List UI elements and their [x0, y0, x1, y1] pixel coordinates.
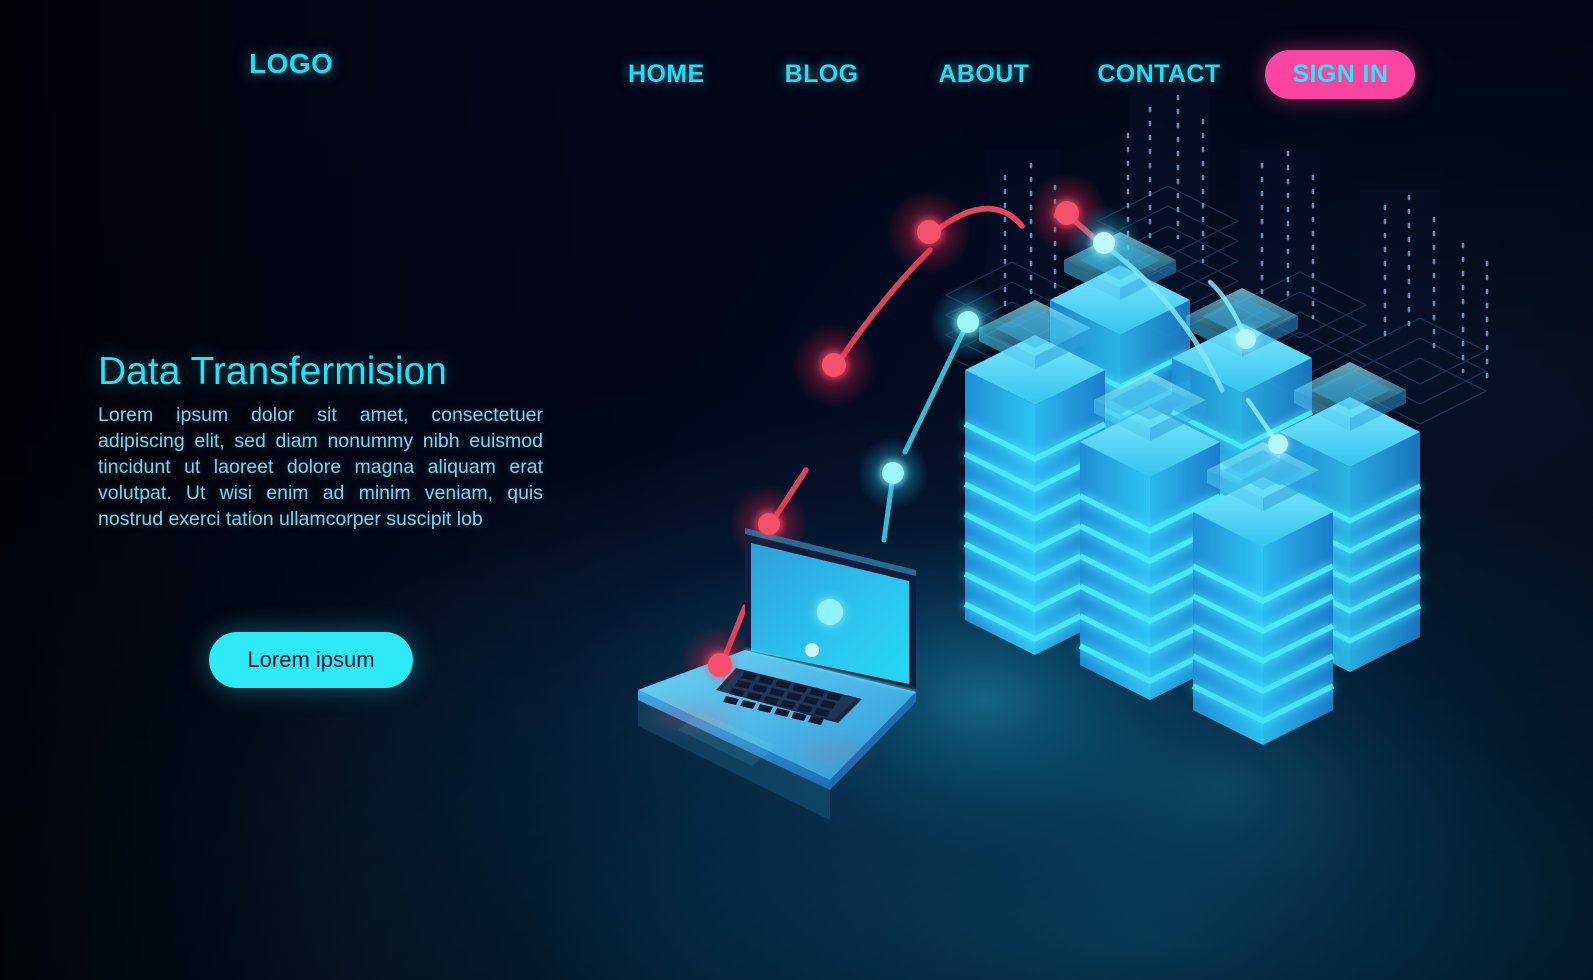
- hero-text-block: Data Transfermision Lorem ipsum dolor si…: [98, 350, 543, 533]
- node-cyan-arc-top: [1093, 232, 1115, 254]
- page-root: LOGO HOME BLOG ABOUT CONTACT SIGN IN Dat…: [0, 0, 1593, 980]
- node-cyan-dashboard: [817, 599, 843, 625]
- page-title: Data Transfermision: [98, 350, 447, 393]
- node-cyan-lower: [1268, 434, 1288, 454]
- sign-in-button[interactable]: SIGN IN: [1265, 50, 1416, 99]
- node-red-laptop-lid: [758, 513, 780, 535]
- fingerprint-icon: [872, 844, 906, 886]
- nav-link-blog[interactable]: BLOG: [785, 60, 859, 89]
- node-red-keyboard: [708, 653, 732, 677]
- logo[interactable]: LOGO: [249, 48, 333, 80]
- top-navigation: LOGO HOME BLOG ABOUT CONTACT SIGN IN: [0, 0, 1593, 118]
- nav-link-contact[interactable]: CONTACT: [1097, 60, 1220, 89]
- node-red-top-right: [1055, 201, 1079, 225]
- nav-link-home[interactable]: HOME: [628, 60, 705, 89]
- nav-links: HOME BLOG ABOUT CONTACT SIGN IN: [628, 50, 1416, 99]
- node-red-mid-left: [822, 353, 846, 377]
- node-cyan-mid: [1236, 329, 1256, 349]
- bar-chart-icon: [757, 803, 808, 853]
- node-cyan-small: [805, 643, 819, 657]
- node-cyan-left: [957, 311, 979, 333]
- nav-link-about[interactable]: ABOUT: [938, 60, 1029, 89]
- hero-paragraph: Lorem ipsum dolor sit amet, consectetuer…: [98, 403, 543, 530]
- cta-button[interactable]: Lorem ipsum: [209, 632, 413, 688]
- node-red-top-left: [917, 220, 941, 244]
- node-cyan-screen: [882, 462, 904, 484]
